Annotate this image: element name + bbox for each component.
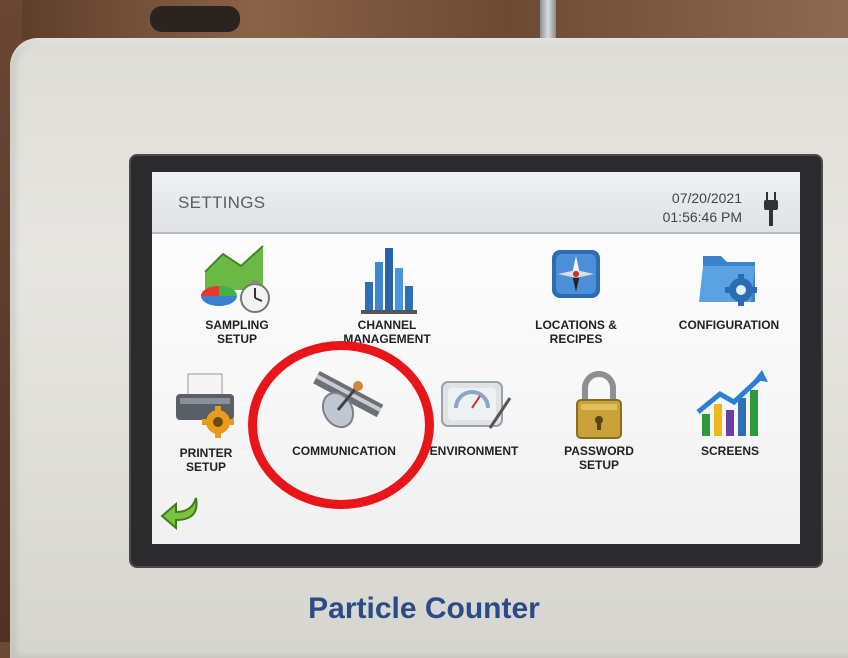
tile-label: PRINTER SETUP: [179, 446, 233, 474]
tile-label: SCREENS: [700, 444, 759, 458]
gauge-pen-icon: [441, 381, 512, 429]
tile-configuration[interactable]: CONFIGURATION: [670, 242, 788, 332]
tile-channel-management[interactable]: CHANNEL MANAGEMENT: [332, 242, 442, 346]
tile-label: ENVIRONMENT: [429, 444, 519, 458]
settings-header: SETTINGS 07/20/2021 01:56:46 PM: [152, 172, 800, 234]
device-brand-label: Particle Counter: [308, 592, 540, 625]
padlock-icon: [576, 371, 622, 439]
highlight-circle: [248, 341, 434, 509]
tile-label: CONFIGURATION: [678, 318, 780, 332]
time-readout: 01:56:46 PM: [662, 209, 742, 225]
bar-chart-3d-icon: [361, 248, 417, 314]
date-readout: 07/20/2021: [671, 190, 742, 206]
touch-screen: SETTINGS 07/20/2021 01:56:46 PM SAMPLING…: [152, 172, 800, 544]
folder-gear-icon: [699, 256, 757, 306]
tile-environment[interactable]: ENVIRONMENT: [420, 368, 528, 458]
cable: [150, 6, 240, 32]
trend-bar-arrow-icon: [696, 370, 768, 436]
tile-screens[interactable]: SCREENS: [680, 368, 780, 458]
tile-printer-setup[interactable]: PRINTER SETUP: [156, 370, 256, 474]
page-title: SETTINGS: [178, 193, 266, 212]
power-plug-icon: [764, 192, 778, 226]
tile-label: LOCATIONS & RECIPES: [535, 318, 617, 346]
sampling-chart-stopwatch-icon: [201, 245, 270, 313]
printer-gear-icon: [176, 373, 234, 438]
tile-locations-recipes[interactable]: LOCATIONS & RECIPES: [518, 242, 634, 346]
tile-label: SAMPLING SETUP: [205, 318, 269, 346]
tile-sampling-setup[interactable]: SAMPLING SETUP: [182, 242, 292, 346]
compass-icon: [552, 250, 600, 298]
tile-password-setup[interactable]: PASSWORD SETUP: [544, 368, 654, 472]
tile-label: PASSWORD SETUP: [564, 444, 634, 472]
back-arrow-icon[interactable]: [158, 494, 202, 532]
wood-background: [0, 0, 848, 40]
